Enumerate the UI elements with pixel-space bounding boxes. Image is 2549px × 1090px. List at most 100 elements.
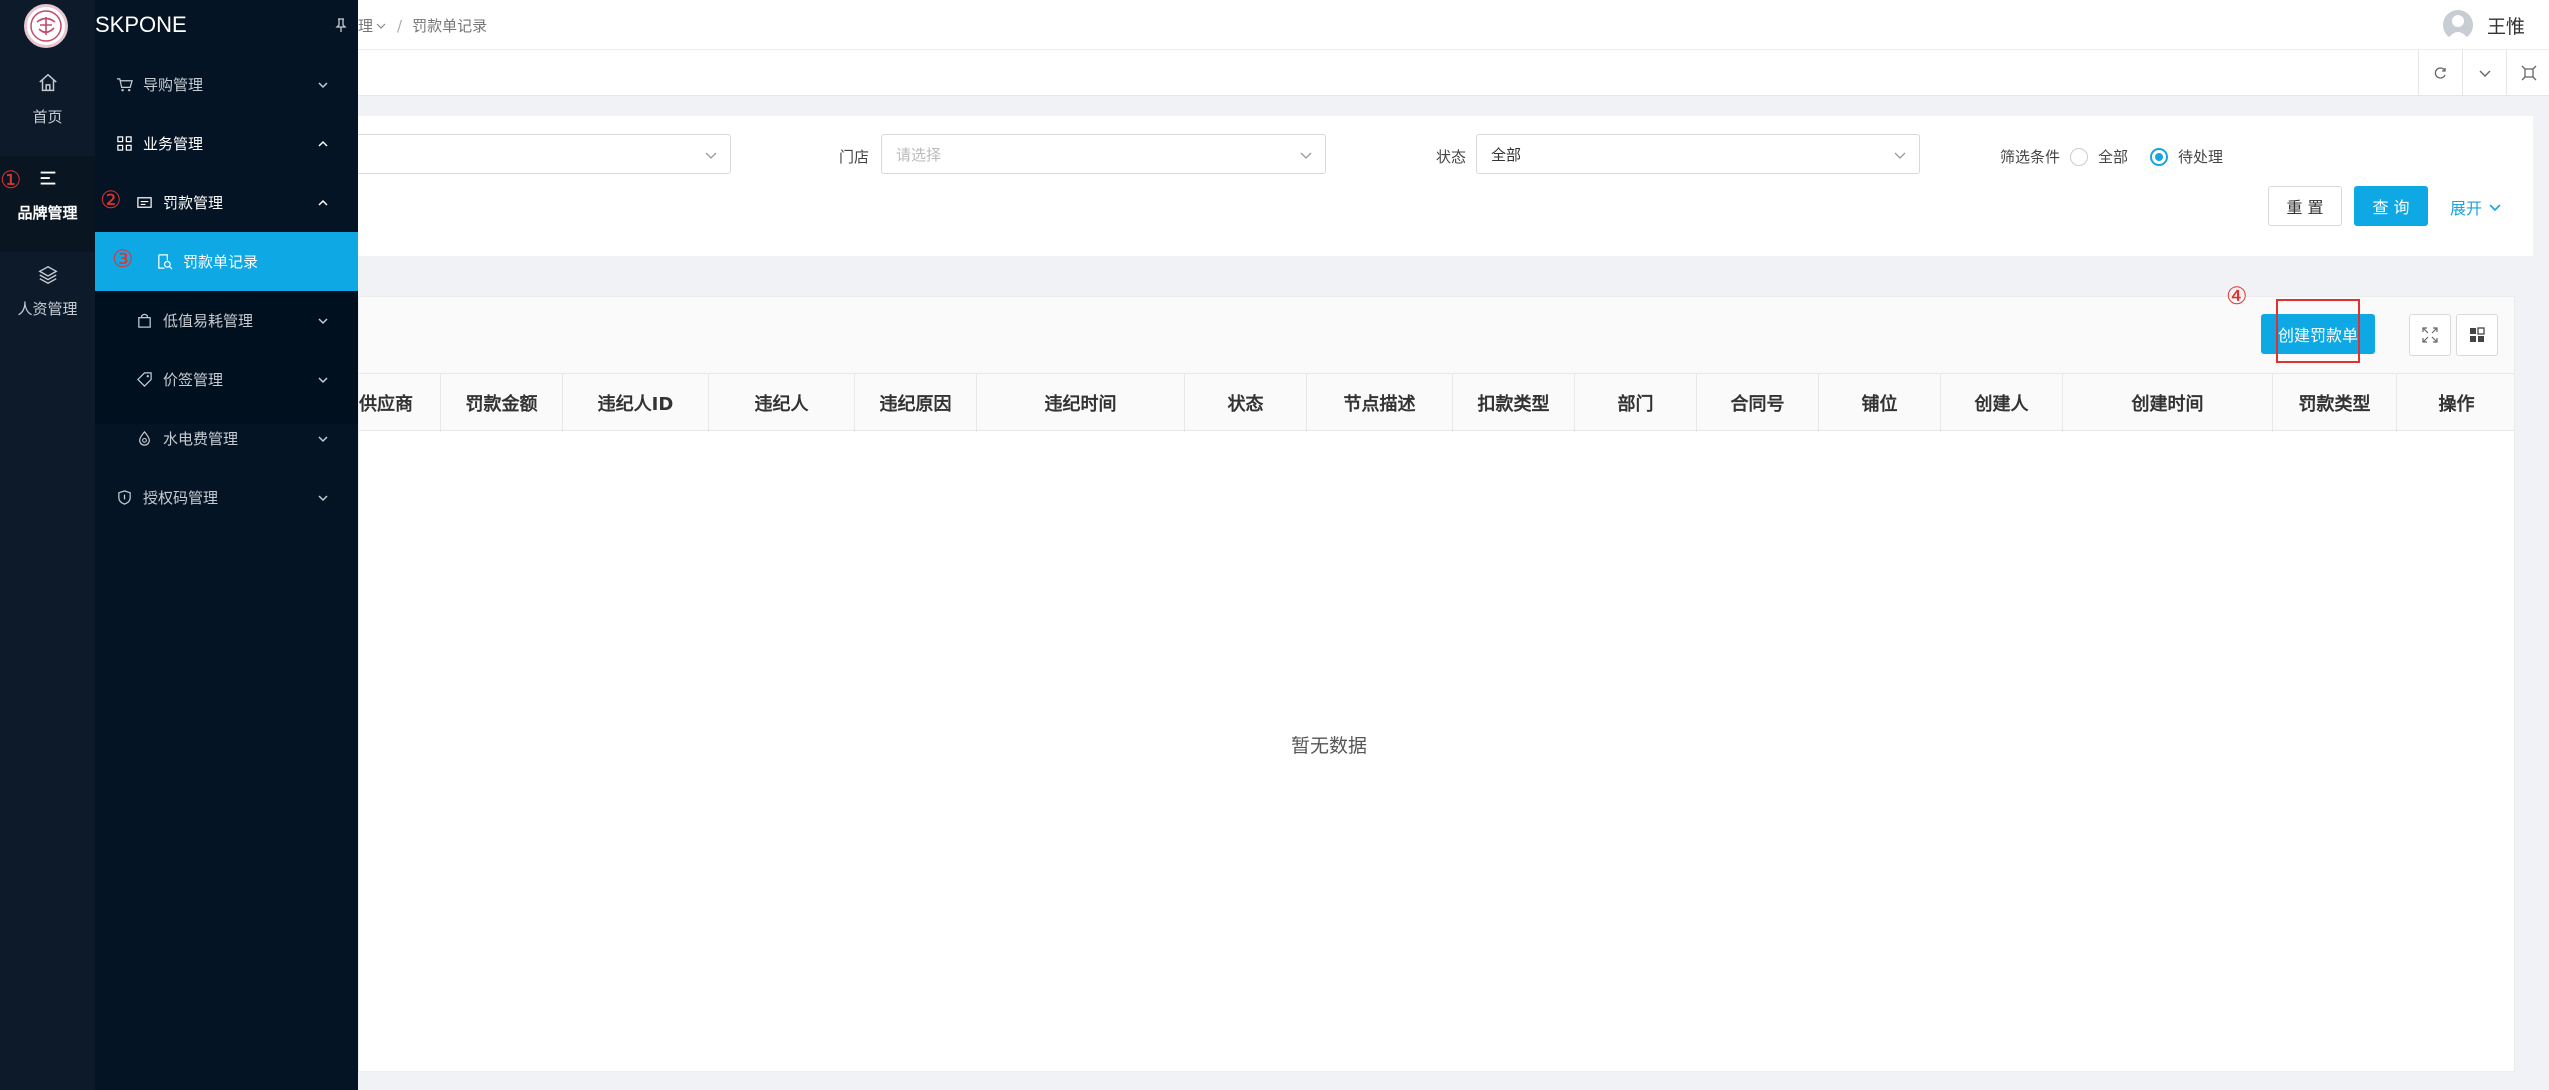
column-header: 违纪时间 [977, 374, 1185, 432]
chevron-down-icon [1894, 152, 1906, 159]
user-menu[interactable]: 王惟 [2442, 10, 2525, 40]
menu-item-label: 罚款管理 [163, 194, 224, 212]
menu-item-auth-code[interactable]: 授权码管理 [95, 468, 358, 527]
column-header: 供应商 [359, 374, 441, 432]
radio-all[interactable]: 全部 [2070, 146, 2128, 167]
annotation-marker-1: ① [0, 166, 22, 194]
table-card: 创建罚款单 供应商 罚款金额 违纪人ID 违纪人 违纪原因 违纪时间 状态 节点… [358, 296, 2515, 1072]
home-icon [33, 68, 63, 98]
filter-condition-label: 筛选条件 [2000, 148, 2061, 166]
menu-item-utility[interactable]: 水电费管理 [95, 409, 358, 468]
annotation-marker-3: ③ [112, 245, 134, 273]
column-header: 创建时间 [2063, 374, 2273, 432]
chevron-down-icon [705, 152, 717, 159]
user-icon [2446, 15, 2469, 40]
chevron-down-icon [318, 376, 328, 383]
layers-icon [33, 260, 63, 290]
column-header: 铺位 [1819, 374, 1941, 432]
refresh-tab-button[interactable] [2418, 50, 2462, 96]
column-header: 节点描述 [1307, 374, 1453, 432]
fullscreen-icon [2521, 65, 2536, 81]
column-header: 部门 [1575, 374, 1697, 432]
table-toolbar: 创建罚款单 [359, 297, 2514, 373]
chevron-down-icon [318, 317, 328, 324]
expand-icon [2422, 327, 2438, 343]
highlight-box [2276, 299, 2360, 363]
fullscreen-tab-button[interactable] [2506, 50, 2549, 96]
menu-item-price-tag[interactable]: 价签管理 [95, 350, 358, 409]
rail-item-hr-management[interactable]: 人资管理 [0, 252, 95, 348]
column-header: 扣款类型 [1453, 374, 1575, 432]
expand-link[interactable]: 展开 [2450, 195, 2502, 219]
store-select[interactable]: 请选择 [881, 134, 1326, 174]
store-label: 门店 [839, 148, 870, 166]
rail-item-label: 人资管理 [17, 300, 78, 318]
breadcrumb-parent[interactable]: 理 [358, 15, 373, 36]
radio-circle [2070, 147, 2088, 166]
column-header: 违纪人 [709, 374, 855, 432]
grid-icon [115, 135, 133, 153]
tag-icon [135, 371, 153, 389]
top-header: 理 / 罚款单记录 王惟 [358, 0, 2549, 50]
column-header: 创建人 [1941, 374, 2063, 432]
chevron-down-icon [376, 23, 386, 29]
shield-icon [115, 489, 133, 507]
chevron-down-icon [1300, 152, 1312, 159]
menu-item-label: 水电费管理 [163, 430, 239, 448]
column-header: 操作 [2438, 394, 2475, 415]
table-fullscreen-button[interactable] [2409, 314, 2451, 356]
tabs-bar [358, 50, 2549, 96]
menu-item-guide[interactable]: 导购管理 [95, 55, 358, 114]
supplier-select[interactable] [358, 134, 731, 174]
annotation-marker-2: ② [100, 186, 122, 214]
brand-name: SKPONE [95, 12, 187, 37]
expand-label: 展开 [2450, 199, 2483, 218]
radio-pending[interactable]: 待处理 [2150, 146, 2223, 167]
grid-settings-icon [2470, 327, 2485, 342]
user-name: 王惟 [2486, 15, 2525, 38]
annotation-marker-4: ④ [2226, 282, 2248, 310]
pin-icon[interactable] [332, 16, 350, 34]
nav-rail: 首页 品牌管理 人资管理 [0, 0, 95, 1090]
cart-icon [115, 76, 133, 94]
menu-item-label: 授权码管理 [143, 489, 219, 507]
menu-lines-icon [33, 164, 63, 194]
radio-label: 全部 [2098, 148, 2129, 166]
brand-logo[interactable] [24, 4, 68, 48]
chevron-down-icon [2479, 70, 2490, 77]
chevron-up-icon [318, 199, 328, 206]
status-select[interactable]: 全部 [1476, 134, 1920, 174]
menu-item-fine[interactable]: 罚款管理 [95, 173, 358, 232]
menu-item-label: 低值易耗管理 [163, 312, 254, 330]
sub-menu: SKPONE 导购管理 业务管理 罚款管理 罚款单记录 低值易耗管理 价签管理 … [95, 0, 358, 1090]
brand-header: SKPONE [95, 0, 358, 50]
column-header: 罚款金额 [441, 374, 563, 432]
chevron-down-icon [318, 435, 328, 442]
status-label: 状态 [1436, 148, 1467, 166]
chevron-down-icon [318, 494, 328, 501]
water-drop-icon [135, 430, 153, 448]
column-header: 违纪原因 [855, 374, 977, 432]
table-header: 供应商 罚款金额 违纪人ID 违纪人 违纪原因 违纪时间 状态 节点描述 扣款类… [359, 373, 2514, 432]
query-button[interactable]: 查 询 [2354, 186, 2428, 226]
menu-item-label: 业务管理 [143, 135, 204, 153]
menu-item-business[interactable]: 业务管理 [95, 114, 358, 173]
tabs-dropdown-button[interactable] [2462, 50, 2506, 96]
rail-item-label: 品牌管理 [17, 204, 78, 222]
radio-label: 待处理 [2178, 148, 2224, 166]
column-header: 合同号 [1697, 374, 1819, 432]
menu-item-label: 罚款单记录 [183, 253, 259, 271]
column-settings-button[interactable] [2456, 314, 2498, 356]
breadcrumb: 理 / 罚款单记录 [358, 15, 487, 36]
breadcrumb-current: 罚款单记录 [412, 17, 488, 35]
rail-item-home[interactable]: 首页 [0, 60, 95, 156]
radio-circle-checked [2150, 147, 2168, 166]
menu-item-fine-record[interactable]: 罚款单记录 [95, 232, 358, 291]
column-header: 罚款类型 [2273, 374, 2397, 432]
menu-item-label: 价签管理 [163, 371, 224, 389]
reset-button[interactable]: 重 置 [2268, 186, 2342, 226]
card-icon [135, 194, 153, 212]
rail-item-label: 首页 [32, 108, 63, 126]
menu-item-low-value[interactable]: 低值易耗管理 [95, 291, 358, 350]
avatar [2442, 10, 2473, 40]
